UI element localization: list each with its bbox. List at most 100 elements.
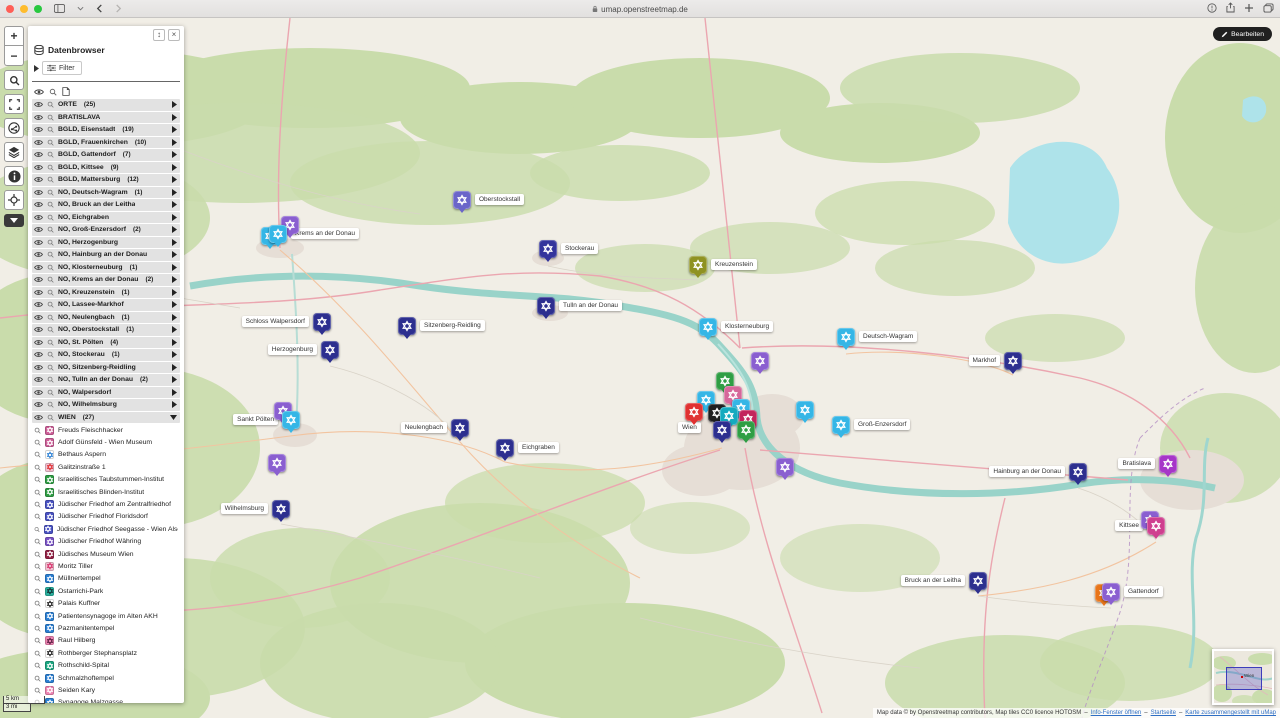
expand-control[interactable] (172, 151, 177, 158)
minimize-window-button[interactable] (20, 5, 28, 13)
poi-row[interactable]: Müllnertempel (32, 573, 180, 585)
category-row[interactable]: NÖ, Oberstockstall(1) (32, 324, 180, 336)
poi-row[interactable]: Synagoge Malzgasse (32, 697, 180, 703)
map-marker[interactable] (1069, 463, 1087, 481)
category-row[interactable]: NÖ, Wilhelmsburg (32, 399, 180, 411)
zoom-to-icon[interactable] (34, 451, 41, 458)
visibility-icon[interactable] (34, 139, 43, 146)
poi-row[interactable]: Pazmanitentempel (32, 622, 180, 634)
zoom-to-icon[interactable] (47, 126, 54, 133)
fullscreen-button[interactable] (4, 94, 24, 114)
zoom-to-icon[interactable] (34, 687, 41, 694)
category-row[interactable]: BGLD, Eisenstadt(19) (32, 124, 180, 136)
zoom-to-icon[interactable] (47, 414, 54, 421)
zoom-to-icon[interactable] (47, 189, 54, 196)
visibility-icon[interactable] (34, 101, 43, 108)
expand-control[interactable] (172, 214, 177, 221)
map-marker[interactable] (737, 421, 755, 439)
category-row[interactable]: NÖ, St. Pölten(4) (32, 337, 180, 349)
visibility-icon[interactable] (34, 189, 43, 196)
category-row[interactable]: WIEN(27) (32, 412, 180, 424)
expand-control[interactable] (172, 176, 177, 183)
table-view-icon[interactable] (62, 87, 70, 96)
map-marker[interactable] (453, 191, 471, 209)
zoom-to-icon[interactable] (34, 489, 41, 496)
panel-close-button[interactable]: × (168, 29, 180, 41)
back-button[interactable] (96, 4, 103, 13)
expand-control[interactable] (172, 289, 177, 296)
more-tools-button[interactable] (4, 214, 24, 227)
visibility-icon[interactable] (34, 326, 43, 333)
map-marker[interactable] (969, 572, 987, 590)
map-marker[interactable] (1004, 352, 1022, 370)
expand-control[interactable] (172, 339, 177, 346)
category-row[interactable]: NÖ, Groß-Enzersdorf(2) (32, 224, 180, 236)
about-button[interactable] (4, 166, 24, 186)
category-row[interactable]: BGLD, Kittsee(9) (32, 162, 180, 174)
map-marker[interactable] (272, 500, 290, 518)
zoom-to-icon[interactable] (34, 613, 41, 620)
expand-control[interactable] (172, 126, 177, 133)
zoom-to-icon[interactable] (47, 301, 54, 308)
new-tab-icon[interactable] (1244, 0, 1254, 18)
visibility-icon[interactable] (34, 114, 43, 121)
expand-control[interactable] (172, 314, 177, 321)
attribution-link[interactable]: Info-Fenster öffnen (1091, 710, 1142, 716)
zoom-to-all-icon[interactable] (49, 88, 57, 96)
zoom-to-icon[interactable] (47, 201, 54, 208)
zoom-to-icon[interactable] (47, 164, 54, 171)
share-icon[interactable] (1226, 0, 1235, 18)
visibility-icon[interactable] (34, 364, 43, 371)
category-row[interactable]: NÖ, Deutsch-Wagram(1) (32, 187, 180, 199)
category-row[interactable]: ORTE(25) (32, 99, 180, 111)
category-row[interactable]: NÖ, Herzogenburg (32, 237, 180, 249)
category-row[interactable]: NÖ, Krems an der Donau(2) (32, 274, 180, 286)
visibility-icon[interactable] (34, 314, 43, 321)
minimap[interactable]: Wien (1212, 649, 1274, 705)
category-row[interactable]: NÖ, Kreuzenstein(1) (32, 287, 180, 299)
zoom-to-icon[interactable] (47, 351, 54, 358)
map-marker[interactable] (1102, 583, 1120, 601)
category-row[interactable]: NÖ, Stockerau(1) (32, 349, 180, 361)
poi-row[interactable]: Patientensynagoge im Alten AKH (32, 610, 180, 622)
map-marker[interactable] (537, 297, 555, 315)
expand-control[interactable] (172, 401, 177, 408)
map-marker[interactable] (832, 416, 850, 434)
map-marker[interactable] (496, 439, 514, 457)
maximize-window-button[interactable] (34, 5, 42, 13)
zoom-to-icon[interactable] (47, 326, 54, 333)
zoom-to-icon[interactable] (47, 139, 54, 146)
zoom-to-icon[interactable] (34, 563, 41, 570)
map-marker[interactable] (776, 458, 794, 476)
expand-control[interactable] (172, 139, 177, 146)
poi-row[interactable]: Freuds Fleischhacker (32, 424, 180, 436)
zoom-in-button[interactable]: + (4, 26, 24, 46)
visibility-icon[interactable] (34, 301, 43, 308)
zoom-to-icon[interactable] (34, 513, 41, 520)
map-marker[interactable] (699, 318, 717, 336)
category-row[interactable]: NÖ, Bruck an der Leitha (32, 199, 180, 211)
map-marker[interactable] (451, 419, 469, 437)
category-row[interactable]: NÖ, Klosterneuburg(1) (32, 262, 180, 274)
map-marker[interactable] (398, 317, 416, 335)
category-row[interactable]: NÖ, Hainburg an der Donau (32, 249, 180, 261)
zoom-to-icon[interactable] (34, 650, 41, 657)
visibility-icon[interactable] (34, 251, 43, 258)
expand-control[interactable] (172, 226, 177, 233)
locate-button[interactable] (4, 190, 24, 210)
map-marker[interactable] (313, 313, 331, 331)
zoom-to-icon[interactable] (34, 588, 41, 595)
zoom-to-icon[interactable] (47, 264, 54, 271)
poi-row[interactable]: Jüdischer Friedhof Floridsdorf (32, 511, 180, 523)
zoom-to-icon[interactable] (34, 476, 41, 483)
poi-row[interactable]: Moritz Tiller (32, 560, 180, 572)
poi-row[interactable]: Galitzinstraße 1 (32, 461, 180, 473)
zoom-to-icon[interactable] (47, 151, 54, 158)
zoom-to-icon[interactable] (34, 501, 41, 508)
expand-control[interactable] (172, 114, 177, 121)
poi-row[interactable]: Jüdischer Friedhof Währing (32, 536, 180, 548)
category-row[interactable]: NÖ, Tulln an der Donau(2) (32, 374, 180, 386)
category-row[interactable]: BGLD, Frauenkirchen(10) (32, 137, 180, 149)
visibility-icon[interactable] (34, 414, 43, 421)
map-marker[interactable] (837, 328, 855, 346)
